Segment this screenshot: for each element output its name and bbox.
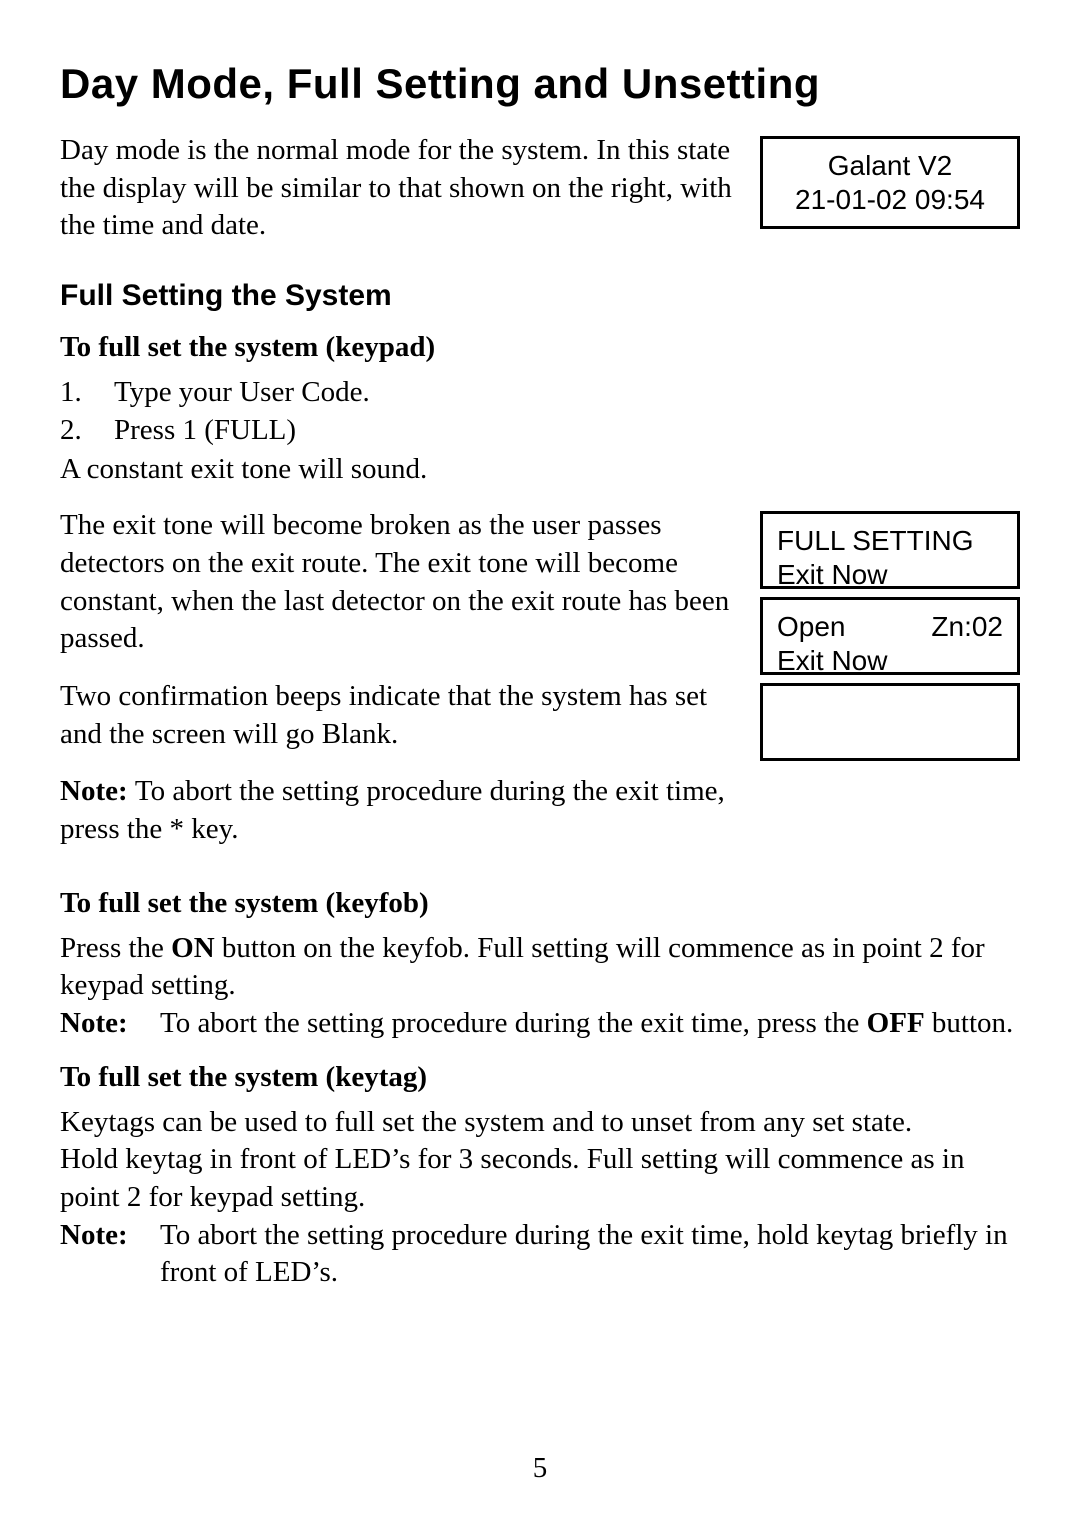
step-number: 2.: [60, 412, 114, 450]
keytag-paragraph-1: Keytags can be used to full set the syst…: [60, 1104, 1020, 1142]
note-label: Note:: [60, 1217, 160, 1292]
beeps-paragraph: Two confirmation beeps indicate that the…: [60, 678, 732, 753]
lcd-display-fullsetting: FULL SETTING Exit Now: [760, 511, 1020, 589]
intro-paragraph: Day mode is the normal mode for the syst…: [60, 132, 732, 245]
keyfob-paragraph: Press the ON button on the keyfob. Full …: [60, 930, 1020, 1005]
step-text: Type your User Code.: [114, 376, 370, 408]
step-2: 2.Press 1 (FULL): [60, 412, 1020, 450]
lcd-line2: Exit Now: [777, 558, 1003, 592]
note-text: To abort the setting procedure during th…: [160, 1217, 1020, 1292]
heading-full-setting: Full Setting the System: [60, 279, 1020, 313]
lcd-line2: Exit Now: [777, 644, 1003, 678]
note-post: button.: [925, 1007, 1014, 1039]
note-abort-keypad: Note: To abort the setting procedure dur…: [60, 773, 732, 848]
lcd-line2: 21-01-02 09:54: [777, 183, 1003, 217]
lcd-display-daymode: Galant V2 21-01-02 09:54: [760, 136, 1020, 229]
note-text: To abort the setting procedure during th…: [60, 775, 725, 845]
lcd-display-blank: [760, 683, 1020, 761]
lcd-line1: Galant V2: [777, 149, 1003, 183]
keyfob-pre: Press the: [60, 932, 171, 964]
note-label: Note:: [60, 1005, 160, 1043]
exit-tone-paragraph: The exit tone will become broken as the …: [60, 507, 732, 658]
lcd-line1-right: Zn:02: [931, 610, 1003, 644]
lcd-display-open-zone: Open Zn:02 Exit Now: [760, 597, 1020, 675]
lcd-line1-left: Open: [777, 610, 846, 644]
step-1: 1.Type your User Code.: [60, 374, 1020, 412]
page-number: 5: [0, 1452, 1080, 1485]
step-number: 1.: [60, 374, 114, 412]
keytag-paragraph-2: Hold keytag in front of LED’s for 3 seco…: [60, 1141, 1020, 1216]
on-button-label: ON: [171, 932, 215, 964]
step-text: Press 1 (FULL): [114, 414, 296, 446]
lcd-line1: FULL SETTING: [777, 524, 1003, 558]
note-abort-keyfob: Note: To abort the setting procedure dur…: [60, 1005, 1020, 1043]
note-pre: To abort the setting procedure during th…: [160, 1007, 867, 1039]
heading-keypad: To full set the system (keypad): [60, 331, 1020, 364]
heading-keyfob: To full set the system (keyfob): [60, 887, 1020, 920]
note-abort-keytag: Note: To abort the setting procedure dur…: [60, 1217, 1020, 1292]
off-button-label: OFF: [867, 1007, 925, 1039]
heading-keytag: To full set the system (keytag): [60, 1061, 1020, 1094]
note-label: Note:: [60, 775, 135, 807]
after-steps-text: A constant exit tone will sound.: [60, 451, 1020, 489]
page-title: Day Mode, Full Setting and Unsetting: [60, 60, 1020, 108]
